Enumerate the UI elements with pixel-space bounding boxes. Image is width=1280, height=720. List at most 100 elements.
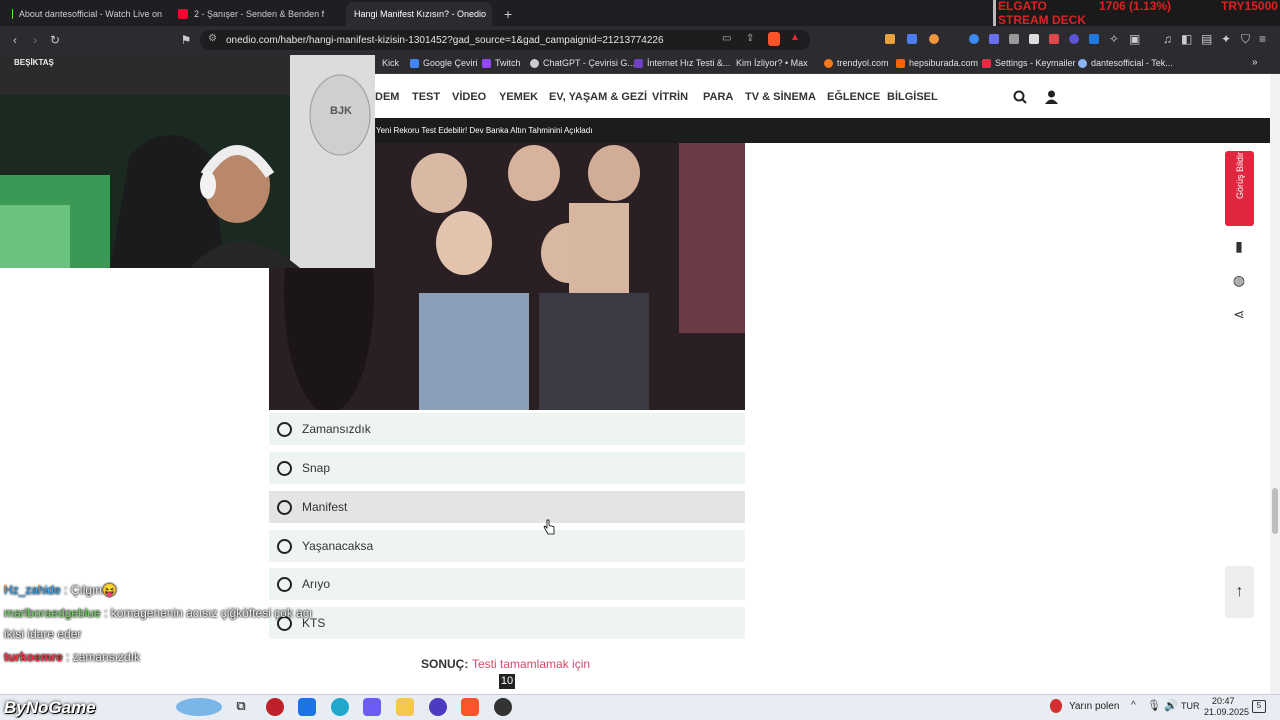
back-icon[interactable]: ‹ — [8, 33, 22, 47]
share-icon[interactable]: ⇪ — [746, 33, 754, 44]
quiz-option[interactable]: Manifest — [269, 491, 745, 523]
bookmark-hepsiburada[interactable]: hepsiburada.com — [896, 58, 978, 68]
ai-icon[interactable]: ✦ — [1221, 32, 1231, 46]
extension-icon[interactable] — [989, 34, 999, 44]
quiz-option[interactable]: Zamansızdık — [269, 413, 745, 445]
brave-shield-icon[interactable] — [768, 32, 780, 46]
new-tab-button[interactable]: + — [496, 2, 516, 26]
obs-icon[interactable] — [494, 698, 512, 716]
quiz-option[interactable]: KTS — [269, 607, 745, 639]
nav-item[interactable]: BİLGİSEL — [887, 91, 938, 103]
weather-text[interactable]: Yarın polen — [1069, 701, 1119, 712]
bookmark-chatgpt[interactable]: ChatGPT - Çevirisi G... — [530, 58, 635, 68]
share-icon[interactable]: ⋖ — [1230, 306, 1248, 324]
split-view-icon[interactable]: ◧ — [1181, 32, 1192, 46]
result-value[interactable]: Testi tamamlamak için — [472, 657, 590, 671]
bookmark-keymailer[interactable]: Settings - Keymailer — [982, 58, 1076, 68]
bookmark-icon[interactable]: ⚑ — [179, 33, 193, 47]
outlook-icon[interactable] — [298, 698, 316, 716]
pollen-icon — [1050, 699, 1062, 713]
overlay-line2: STREAM DECK — [998, 13, 1087, 27]
user-icon[interactable] — [1045, 90, 1058, 104]
nav-item[interactable]: EĞLENCE — [827, 91, 880, 103]
notifications-badge[interactable]: 5 — [1252, 700, 1266, 713]
copilot-icon[interactable] — [363, 698, 381, 716]
extension-icon[interactable] — [1009, 34, 1019, 44]
link-icon — [1078, 58, 1087, 68]
more-bookmarks-icon[interactable]: » — [1252, 57, 1258, 68]
nav-item[interactable]: TEST — [412, 91, 440, 103]
feedback-button[interactable]: Görüş Bildir — [1225, 151, 1254, 226]
quiz-option[interactable]: Yaşanacaksa — [269, 530, 745, 562]
input-language[interactable]: TUR — [1181, 701, 1200, 711]
tray-chevron-icon[interactable]: ^ — [1131, 700, 1136, 711]
task-view-icon[interactable]: ⧉ — [232, 698, 250, 716]
chat-line: turkoemre : zamansızdık — [4, 650, 141, 664]
nav-item[interactable]: DEM — [375, 91, 399, 103]
bookmark-twitch[interactable]: Twitch — [482, 58, 521, 68]
extension-icon[interactable] — [1049, 34, 1059, 44]
tab-kick[interactable]: About dantesofficial - Watch Live on — [4, 2, 170, 26]
comments-icon[interactable]: ◍ — [1230, 272, 1248, 290]
sidebar-icon[interactable]: ▣ — [1129, 32, 1140, 46]
nav-item[interactable]: EV, YAŞAM & GEZİ — [549, 91, 647, 103]
hepsiburada-icon — [896, 58, 905, 68]
address-bar[interactable]: ⚙ onedio.com/haber/hangi-manifest-kizisi… — [200, 30, 810, 50]
extension-icon[interactable] — [885, 34, 895, 44]
feedback-label: Görüş Bildir — [1235, 151, 1245, 199]
vpn-icon[interactable]: ⛉ — [1241, 32, 1250, 47]
scrollbar-thumb[interactable] — [1272, 488, 1278, 534]
media-icon[interactable]: ♫ — [1163, 32, 1172, 46]
nav-item[interactable]: PARA — [703, 91, 733, 103]
tab-youtube[interactable]: 2 - Şanışer - Senden & Benden f — [170, 2, 344, 26]
tab-onedio[interactable]: Hangi Manifest Kızısın? - Onedio ✕ — [346, 2, 492, 26]
extension-icon[interactable] — [907, 34, 917, 44]
brave-icon[interactable] — [461, 698, 479, 716]
weather-widget-icon[interactable] — [176, 698, 222, 716]
banner-text: BEŞİKTAŞ — [14, 58, 54, 67]
nav-item[interactable]: VİDEO — [452, 91, 486, 103]
volume-icon[interactable]: 🔊 — [1164, 699, 1178, 712]
bookmark-dantes[interactable]: dantesofficial - Tek... — [1078, 58, 1173, 68]
nav-item[interactable]: YEMEK — [499, 91, 538, 103]
search-icon[interactable] — [1013, 90, 1027, 104]
file-explorer-icon[interactable] — [396, 698, 414, 716]
bookmark-kick[interactable]: Kick — [382, 58, 399, 68]
extension-icon[interactable] — [1089, 34, 1099, 44]
speedtest-icon — [634, 58, 643, 68]
extension-icon[interactable] — [1069, 34, 1079, 44]
menu-icon[interactable]: ≡ — [1259, 32, 1266, 46]
extension-icon[interactable] — [969, 34, 979, 44]
chat-line: Hz_zahide : Çılgın😝 — [4, 583, 118, 597]
save-bookmark-icon[interactable]: ▮ — [1230, 238, 1248, 256]
extension-icon[interactable] — [929, 34, 939, 44]
reload-icon[interactable]: ↻ — [48, 33, 62, 47]
stream-deck-overlay: ELGATO STREAM DECK 1706 (1.13%) TRY15000 — [993, 0, 1280, 27]
brave-rewards-icon[interactable]: ▲ — [790, 32, 800, 43]
crest-text: BJK — [330, 105, 353, 117]
clock-time[interactable]: 20:47 — [1212, 696, 1235, 706]
forward-icon[interactable]: › — [28, 33, 42, 47]
cast-icon[interactable]: ▭ — [722, 33, 731, 44]
clock-date[interactable]: 21.09.2025 — [1204, 707, 1249, 717]
extension-icon[interactable] — [1029, 34, 1039, 44]
page-scrollbar[interactable] — [1270, 74, 1280, 694]
nav-item[interactable]: TV & SİNEMA — [745, 91, 816, 103]
site-info-icon[interactable]: ⚙ — [208, 33, 217, 44]
opera-icon[interactable] — [266, 698, 284, 716]
bookmark-google-translate[interactable]: Google Çeviri — [410, 58, 478, 68]
scroll-to-top-button[interactable]: ↑ — [1225, 566, 1254, 618]
nav-item[interactable]: VİTRİN — [652, 91, 688, 103]
tab-title: Hangi Manifest Kızısın? - Onedio — [354, 9, 487, 19]
quiz-option[interactable]: Snap — [269, 452, 745, 484]
wallet-icon[interactable]: ▤ — [1201, 32, 1212, 46]
hand-cursor-icon — [543, 519, 555, 535]
bookmark-max[interactable]: Kim İzliyor? • Max — [736, 58, 808, 68]
bookmark-trendyol[interactable]: trendyol.com — [824, 58, 889, 68]
discord-icon[interactable] — [429, 698, 447, 716]
quiz-option[interactable]: Arıyo — [269, 568, 745, 600]
bookmark-speedtest[interactable]: İnternet Hız Testi &... — [634, 58, 730, 68]
microphone-icon[interactable]: 🎙 — [1147, 699, 1161, 712]
edge-icon[interactable] — [331, 698, 349, 716]
extensions-puzzle-icon[interactable]: ✧ — [1109, 32, 1119, 46]
